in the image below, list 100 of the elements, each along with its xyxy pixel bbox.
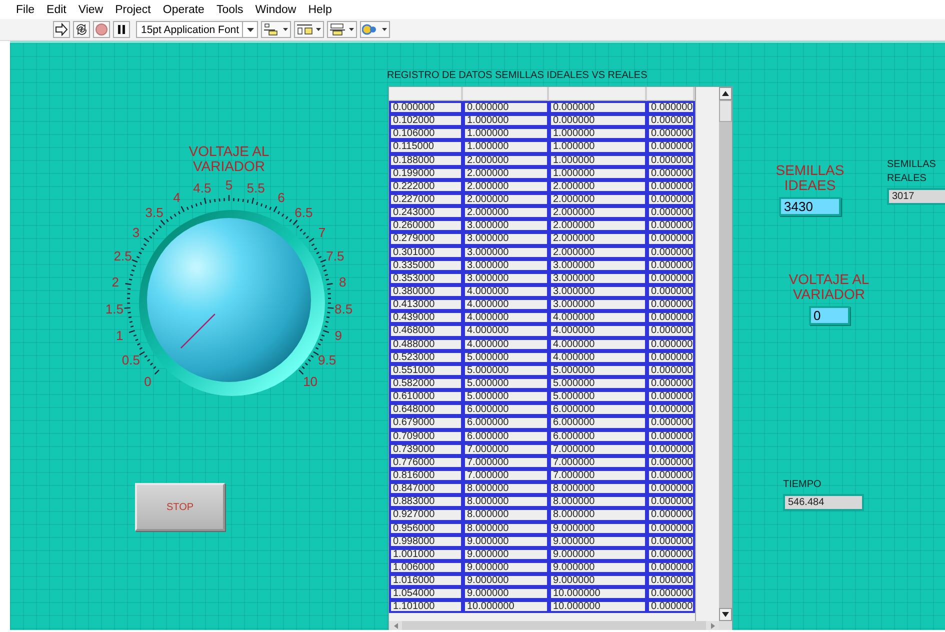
table-cell: 2.000000 (549, 192, 647, 206)
table-cell: 8.000000 (549, 508, 647, 522)
distribute-button[interactable] (294, 21, 324, 38)
table-cell: 5.000000 (463, 350, 549, 364)
scale-label: 1.5 (105, 302, 124, 316)
table-cell: 0.260000 (389, 219, 463, 232)
menu-item[interactable]: Project (109, 4, 157, 16)
table-cell: 7.000000 (463, 468, 549, 482)
table-cell: 5.000000 (463, 364, 549, 377)
font-dropdown[interactable]: 15pt Application Font (136, 21, 258, 38)
table-cell: 5.000000 (549, 364, 647, 377)
table-cell: 0.199000 (389, 166, 463, 180)
table-cell: 1.016000 (389, 574, 463, 588)
table-cell: 10.000000 (549, 587, 647, 600)
arrow-icon (55, 23, 68, 36)
menu-item[interactable]: Operate (156, 4, 210, 16)
table-cell: 0.000000 (647, 430, 695, 443)
field-label: VOLTAJE AL VARIADOR (788, 272, 870, 302)
table-cell: 0.000000 (647, 140, 695, 154)
table-cell: 0.222000 (389, 180, 463, 193)
table-cell: 0.000000 (647, 376, 695, 390)
table-cell: 1.000000 (549, 166, 647, 180)
table-cell: 1.000000 (549, 140, 647, 154)
table-cell: 8.000000 (463, 482, 549, 496)
numeric-field[interactable]: 0 (808, 306, 850, 325)
horizontal-scrollbar[interactable] (389, 621, 719, 630)
table-cell: 0.000000 (647, 548, 695, 561)
table-cell: 9.000000 (549, 522, 647, 535)
table-cell: 0.000000 (647, 456, 695, 469)
up-arrow-icon (722, 91, 729, 96)
table-cell: 0.000000 (647, 364, 695, 377)
table-cell: 0.000000 (647, 390, 695, 404)
menu-item[interactable]: Window (249, 4, 302, 16)
table-cell: 0.956000 (389, 522, 463, 535)
table-cell: 5.000000 (549, 376, 647, 390)
table-cell: 0.000000 (549, 101, 647, 114)
menu-item[interactable]: File (10, 4, 41, 16)
table-cell: 6.000000 (463, 430, 549, 443)
table-cell: 0.582000 (389, 376, 463, 390)
table-cell: 0.000000 (647, 587, 695, 600)
table-cell: 9.000000 (463, 534, 549, 548)
menu-item[interactable]: Tools (210, 4, 250, 16)
table-cell: 0.523000 (389, 350, 463, 364)
table-cell: 0.279000 (389, 232, 463, 246)
table-cell: 1.000000 (463, 127, 549, 140)
table-cell: 0.000000 (647, 219, 695, 232)
scale-label: 6.5 (294, 205, 313, 220)
table-cell: 1.000000 (463, 140, 549, 154)
scale-label: 2 (112, 274, 120, 290)
table-cell: 4.000000 (463, 324, 549, 338)
table-cell: 4.000000 (549, 311, 647, 324)
run-button[interactable] (53, 21, 70, 38)
table-cell: 6.000000 (463, 416, 549, 430)
table-cell: 9.000000 (549, 574, 647, 588)
table-cell: 0.551000 (389, 364, 463, 377)
table-title: REGISTRO DE DATOS SEMILLAS IDEALES VS REALES (387, 70, 648, 81)
table-cell: 0.000000 (647, 101, 695, 114)
menu-item[interactable]: Edit (40, 4, 72, 16)
table-cell: 0.227000 (389, 192, 463, 206)
table-cell: 2.000000 (549, 219, 647, 232)
scale-label: 3.5 (145, 205, 164, 220)
resize-button[interactable] (327, 21, 357, 38)
table-cell: 6.000000 (549, 403, 647, 416)
table-cell: 0.353000 (389, 272, 463, 285)
table-cell: 0.709000 (389, 430, 463, 443)
numeric-field[interactable]: 3430 (779, 197, 841, 216)
scale-label: 2.5 (114, 248, 132, 264)
table-cell: 2.000000 (463, 154, 549, 167)
scale-label: 4.5 (193, 180, 212, 196)
table-cell: 0.739000 (389, 442, 463, 456)
table-cell: 0.000000 (647, 600, 695, 614)
scale-label: 7.5 (326, 248, 344, 264)
run-continuously-button[interactable] (73, 21, 90, 38)
table-cell: 0.883000 (389, 495, 463, 508)
table-cell: 0.000000 (647, 468, 695, 482)
table-cell: 8.000000 (463, 522, 549, 535)
menu-item[interactable]: View (72, 4, 110, 16)
table-cell: 0.998000 (389, 534, 463, 548)
pause-button[interactable] (113, 21, 130, 38)
table-cell: 1.000000 (549, 127, 647, 140)
table-cell: 0.927000 (389, 508, 463, 522)
table-cell: 0.106000 (389, 127, 463, 140)
table-cell: 5.000000 (463, 376, 549, 390)
scrollbar-thumb[interactable] (719, 100, 732, 122)
table-cell: 1.054000 (389, 587, 463, 600)
table-cell: 9.000000 (463, 587, 549, 600)
table-cell: 0.000000 (647, 338, 695, 351)
numeric-display: 3017 (887, 188, 945, 205)
vertical-scrollbar[interactable] (719, 87, 732, 621)
align-button[interactable] (261, 21, 291, 38)
menu-item[interactable]: Help (302, 4, 338, 16)
table-cell: 2.000000 (463, 166, 549, 180)
table-cell: 0.243000 (389, 206, 463, 220)
table-cell: 3.000000 (463, 272, 549, 285)
reorder-button[interactable] (360, 21, 390, 38)
table-cell: 9.000000 (463, 548, 549, 561)
table-cell: 0.847000 (389, 482, 463, 496)
table-cell: 9.000000 (463, 560, 549, 574)
table-cell: 7.000000 (463, 456, 549, 469)
table-cell: 10.000000 (463, 600, 549, 614)
